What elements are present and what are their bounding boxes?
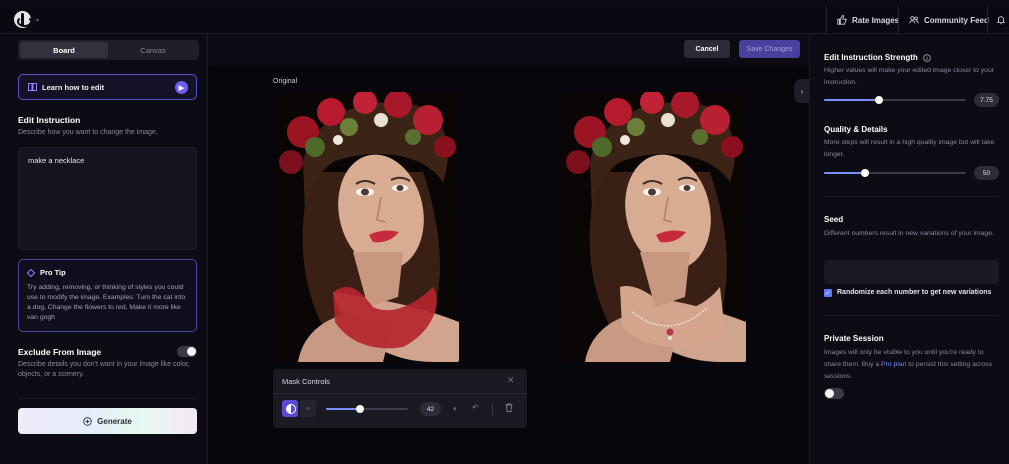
right-panel: Edit Instruction Strength Higher values …	[809, 34, 1009, 464]
users-icon	[909, 16, 919, 24]
quality-title: Quality & Details	[824, 125, 888, 134]
brush-size-fill	[326, 408, 360, 410]
portrait-illustration	[273, 92, 459, 362]
action-bar: Cancel Save Changes	[209, 34, 809, 65]
mask-controls-title: Mask Controls	[282, 377, 330, 386]
divider	[492, 403, 493, 415]
quality-value[interactable]: 50	[974, 166, 999, 180]
undo-icon[interactable]: ↶	[472, 403, 479, 412]
community-feed-label: Community Feed	[924, 15, 989, 25]
play-icon: ▶	[175, 81, 188, 94]
portrait-illustration	[560, 92, 746, 362]
learn-label: Learn how to edit	[42, 82, 105, 92]
learn-how-to-edit-button[interactable]: Learn how to edit ▶	[18, 74, 197, 100]
strength-title: Edit Instruction Strength	[824, 53, 918, 62]
trash-icon[interactable]	[505, 403, 513, 414]
close-icon[interactable]: ✕	[507, 375, 515, 386]
strength-slider-fill	[824, 99, 879, 101]
quality-subtitle: More steps will result in a high quality…	[824, 139, 995, 158]
eraser-icon[interactable]: ◐	[453, 404, 458, 413]
mask-controls-panel: Mask Controls ✕ ✧ 42 ◐ ↶	[273, 369, 527, 428]
community-feed-button[interactable]: Community Feed	[898, 6, 999, 34]
strength-title-row: Edit Instruction Strength	[824, 53, 931, 62]
thumbs-up-icon	[837, 15, 847, 25]
generate-button[interactable]: Generate	[18, 408, 197, 434]
top-bar: ⌄ Rate Images Community Feed	[0, 6, 1009, 34]
exclude-subtitle: Describe details you don't want in your …	[18, 361, 190, 378]
tab-board[interactable]: Board	[20, 42, 108, 58]
edited-image[interactable]	[560, 92, 746, 362]
divider	[824, 196, 999, 197]
edit-instruction-input[interactable]: make a necklace	[18, 147, 197, 250]
pro-tip-card: Pro Tip Try adding, removing, or thinkin…	[18, 259, 197, 332]
exclude-toggle[interactable]	[177, 346, 197, 357]
bell-icon	[996, 16, 1006, 25]
seed-title: Seed	[824, 215, 844, 224]
notifications-button[interactable]	[987, 6, 1009, 34]
brush-size-knob[interactable]	[356, 405, 364, 413]
collapse-panel-chevron-icon[interactable]: ›	[794, 79, 810, 103]
diamond-icon	[27, 268, 35, 277]
pro-plan-link[interactable]: Pro plan	[881, 361, 906, 368]
cancel-button[interactable]: Cancel	[684, 40, 730, 58]
tab-canvas[interactable]: Canvas	[109, 42, 197, 58]
quality-slider-knob[interactable]	[861, 169, 869, 177]
randomize-label: Randomize each number to get new variati…	[837, 289, 992, 296]
divider	[824, 315, 999, 316]
view-switcher: Board Canvas	[18, 40, 199, 60]
original-image[interactable]	[273, 92, 459, 362]
private-session-toggle[interactable]	[824, 388, 844, 399]
book-icon	[28, 83, 37, 91]
edit-instruction-title: Edit Instruction	[18, 115, 81, 125]
randomize-checkbox[interactable]: ✓	[824, 289, 832, 297]
seed-input[interactable]	[824, 260, 999, 284]
rate-images-button[interactable]: Rate Images	[826, 6, 909, 34]
wand-icon[interactable]: ✧	[300, 400, 316, 417]
pro-tip-title: Pro Tip	[40, 268, 66, 277]
pro-tip-body: Try adding, removing, or thinking of sty…	[27, 284, 186, 321]
quality-slider-fill	[824, 172, 865, 174]
left-panel: Board Canvas Learn how to edit ▶ Edit In…	[0, 34, 208, 464]
app-logo-icon[interactable]	[14, 11, 31, 28]
plus-circle-icon	[83, 416, 92, 426]
original-label: Original	[273, 78, 298, 85]
strength-subtitle: Higher values will make your edited imag…	[824, 67, 994, 86]
editor-canvas: Cancel Save Changes › Original Mask Cont…	[209, 34, 810, 464]
info-icon[interactable]	[922, 53, 931, 62]
seed-subtitle: Different numbers result in new variatio…	[824, 230, 994, 237]
chevron-down-icon[interactable]: ⌄	[34, 14, 42, 23]
brush-mode-icon[interactable]	[282, 400, 298, 417]
edit-instruction-subtitle: Describe how you want to change the imag…	[18, 129, 158, 136]
exclude-title: Exclude From Image	[18, 347, 102, 357]
strength-value[interactable]: 7.75	[974, 93, 999, 107]
strength-slider-knob[interactable]	[875, 96, 883, 104]
divider	[18, 398, 197, 399]
private-session-title: Private Session	[824, 334, 884, 343]
rate-images-label: Rate Images	[852, 15, 900, 25]
private-session-subtitle: Images will only be visible to you until…	[824, 347, 1002, 383]
save-changes-button[interactable]: Save Changes	[739, 40, 800, 58]
generate-label: Generate	[97, 416, 132, 426]
mask-controls-header: Mask Controls ✕	[273, 369, 527, 394]
brush-size-value[interactable]: 42	[420, 402, 441, 416]
